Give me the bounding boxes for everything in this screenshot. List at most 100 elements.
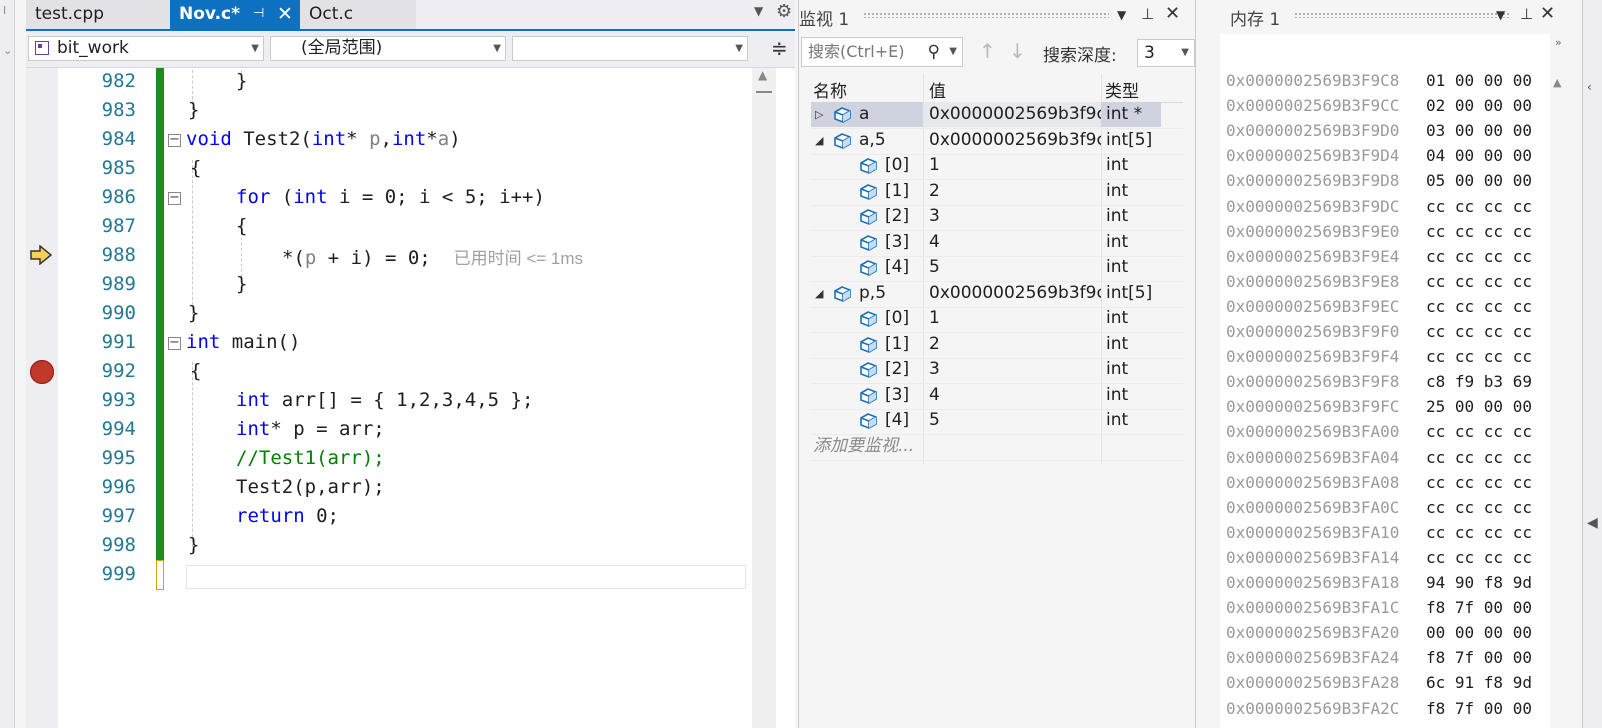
column-header-name[interactable]: 名称 (813, 77, 847, 102)
memory-row[interactable]: 0x0000002569B3F9F4 cc cc cc cc (1226, 347, 1532, 366)
memory-row[interactable]: 0x0000002569B3FA2C f8 7f 00 00 (1226, 699, 1532, 718)
watch-row[interactable]: [1] 2 int (811, 332, 1183, 359)
watch-value[interactable]: 5 (923, 408, 1101, 433)
collapse-icon[interactable]: − (168, 336, 181, 350)
memory-bytes[interactable]: cc cc cc cc (1426, 448, 1532, 467)
memory-row[interactable]: 0x0000002569B3F9E4 cc cc cc cc (1226, 247, 1532, 266)
gear-icon[interactable]: ⚙ (776, 1, 792, 22)
memory-bytes[interactable]: c8 f9 b3 69 (1426, 372, 1532, 391)
column-header-value[interactable]: 值 (929, 77, 946, 102)
watch-name-cell[interactable]: ◢ a,5 (811, 128, 923, 153)
memory-bytes[interactable]: 25 00 00 00 (1426, 397, 1532, 416)
code-line[interactable]: *(p + i) = 0; 已用时间 <= 1ms (282, 244, 583, 269)
toolbar-overflow-icon[interactable]: » (1555, 36, 1562, 49)
breakpoint-icon[interactable] (30, 360, 54, 384)
memory-bytes[interactable]: cc cc cc cc (1426, 272, 1532, 291)
watch-name-cell[interactable]: ◢ p,5 (811, 281, 923, 306)
chevron-down-icon[interactable]: ▼ (754, 4, 763, 18)
memory-row[interactable]: 0x0000002569B3F9F0 cc cc cc cc (1226, 322, 1532, 341)
memory-bytes[interactable]: cc cc cc cc (1426, 422, 1532, 441)
code-line[interactable]: for (int i = 0; i < 5; i++) (236, 186, 545, 208)
memory-bytes[interactable]: cc cc cc cc (1426, 498, 1532, 517)
watch-row[interactable]: ◢ p,5 0x0000002569b3f9c...int[5] (811, 281, 1183, 308)
code-line[interactable]: } (236, 273, 247, 295)
watch-value[interactable]: 5 (923, 255, 1101, 280)
watch-value[interactable]: 3 (923, 357, 1101, 382)
collapse-icon[interactable]: ◢ (815, 128, 823, 153)
memory-row[interactable]: 0x0000002569B3FA04 cc cc cc cc (1226, 448, 1532, 467)
memory-bytes[interactable]: cc cc cc cc (1426, 523, 1532, 542)
memory-title-bar[interactable]: 内存 1 ▼ ⊥ ✕ (1222, 0, 1555, 32)
watch-name-cell[interactable]: [3] (811, 383, 923, 408)
add-watch-row[interactable]: 添加要监视... (811, 434, 1183, 461)
watch-name-cell[interactable]: [1] (811, 179, 923, 204)
search-icon[interactable]: ⚲ (928, 38, 940, 66)
watch-row[interactable]: ◢ a,5 0x0000002569b3f9c...int[5] (811, 128, 1183, 155)
memory-row[interactable]: 0x0000002569B3F9D0 03 00 00 00 (1226, 121, 1532, 140)
memory-bytes[interactable]: 6c 91 f8 9d (1426, 673, 1532, 692)
code-line[interactable]: } (188, 99, 199, 121)
memory-bytes[interactable]: 01 00 00 00 (1426, 71, 1532, 90)
memory-bytes[interactable]: cc cc cc cc (1426, 197, 1532, 216)
pin-icon[interactable]: ⊥ (1141, 5, 1154, 23)
collapse-icon[interactable]: − (168, 191, 181, 205)
code-line[interactable]: int arr[] = { 1,2,3,4,5 }; (236, 389, 533, 411)
watch-value[interactable]: 1 (923, 153, 1101, 178)
watch-row[interactable]: [0] 1 int (811, 153, 1183, 180)
code-line[interactable]: Test2(p,arr); (236, 476, 385, 498)
close-icon[interactable]: ✕ (1165, 3, 1180, 24)
code-line[interactable]: { (236, 215, 247, 237)
scope-combo[interactable]: (全局范围) ▼ (270, 36, 506, 61)
memory-row[interactable]: 0x0000002569B3FA10 cc cc cc cc (1226, 523, 1532, 542)
watch-value[interactable]: 0x0000002569b3f9c... (923, 128, 1101, 153)
memory-bytes[interactable]: cc cc cc cc (1426, 222, 1532, 241)
memory-bytes[interactable]: cc cc cc cc (1426, 297, 1532, 316)
watch-row[interactable]: [0] 1 int (811, 306, 1183, 333)
memory-bytes[interactable]: f8 7f 00 00 (1426, 648, 1532, 667)
watch-row[interactable]: [2] 3 int (811, 204, 1183, 231)
memory-bytes[interactable]: 04 00 00 00 (1426, 146, 1532, 165)
memory-row[interactable]: 0x0000002569B3F9D8 05 00 00 00 (1226, 171, 1532, 190)
memory-row[interactable]: 0x0000002569B3F9EC cc cc cc cc (1226, 297, 1532, 316)
collapse-icon[interactable]: − (168, 133, 181, 147)
memory-row[interactable]: 0x0000002569B3FA0C cc cc cc cc (1226, 498, 1532, 517)
glyph-margin[interactable] (26, 68, 58, 728)
watch-value[interactable]: 2 (923, 179, 1101, 204)
code-line[interactable]: { (190, 360, 201, 382)
collapse-icon[interactable]: ◢ (815, 281, 823, 306)
tab-nov-c[interactable]: Nov.c* ⊣ ✕ (170, 0, 300, 29)
code-line[interactable]: //Test1(arr); (236, 447, 385, 469)
memory-row[interactable]: 0x0000002569B3F9F8 c8 f9 b3 69 (1226, 372, 1532, 391)
memory-bytes[interactable]: 94 90 f8 9d (1426, 573, 1532, 592)
watch-value[interactable]: 0x0000002569b3f9c... (923, 281, 1101, 306)
add-watch-placeholder[interactable]: 添加要监视... (813, 434, 914, 459)
member-combo[interactable]: ▼ (512, 36, 748, 61)
perf-tip[interactable]: 已用时间 <= 1ms (454, 249, 583, 268)
memory-bytes[interactable]: 05 00 00 00 (1426, 171, 1532, 190)
close-icon[interactable]: ✕ (277, 0, 293, 28)
memory-row[interactable]: 0x0000002569B3FA00 cc cc cc cc (1226, 422, 1532, 441)
scroll-up-icon[interactable]: ▲ (758, 68, 767, 82)
watch-name-cell[interactable]: ▷ a (811, 102, 923, 127)
current-line-highlight[interactable] (186, 565, 746, 589)
memory-row[interactable]: 0x0000002569B3FA1C f8 7f 00 00 (1226, 598, 1532, 617)
watch-row[interactable]: [2] 3 int (811, 357, 1183, 384)
memory-row[interactable]: 0x0000002569B3FA20 00 00 00 00 (1226, 623, 1532, 642)
watch-name-cell[interactable]: [3] (811, 230, 923, 255)
memory-row[interactable]: 0x0000002569B3FA14 cc cc cc cc (1226, 548, 1532, 567)
memory-bytes[interactable]: 03 00 00 00 (1426, 121, 1532, 140)
memory-bytes[interactable]: cc cc cc cc (1426, 473, 1532, 492)
memory-bytes[interactable]: 02 00 00 00 (1426, 96, 1532, 115)
memory-row[interactable]: 0x0000002569B3F9C8 01 00 00 00 (1226, 71, 1532, 90)
split-window-icon[interactable]: ≑ (771, 36, 788, 60)
watch-value[interactable]: 4 (923, 230, 1101, 255)
search-prev-icon[interactable]: ↑ (979, 39, 996, 63)
watch-name-cell[interactable]: [2] (811, 357, 923, 382)
memory-window[interactable]: 0x0000002569B3F9C8 01 00 00 00 0x000000256… (1220, 34, 1550, 728)
memory-row[interactable]: 0x0000002569B3F9CC 02 00 00 00 (1226, 96, 1532, 115)
watch-row[interactable]: [4] 5 int (811, 408, 1183, 435)
search-next-icon[interactable]: ↓ (1009, 39, 1026, 63)
chevron-down-icon[interactable]: ▼ (949, 38, 957, 66)
memory-row[interactable]: 0x0000002569B3FA24 f8 7f 00 00 (1226, 648, 1532, 667)
memory-row[interactable]: 0x0000002569B3F9E0 cc cc cc cc (1226, 222, 1532, 241)
